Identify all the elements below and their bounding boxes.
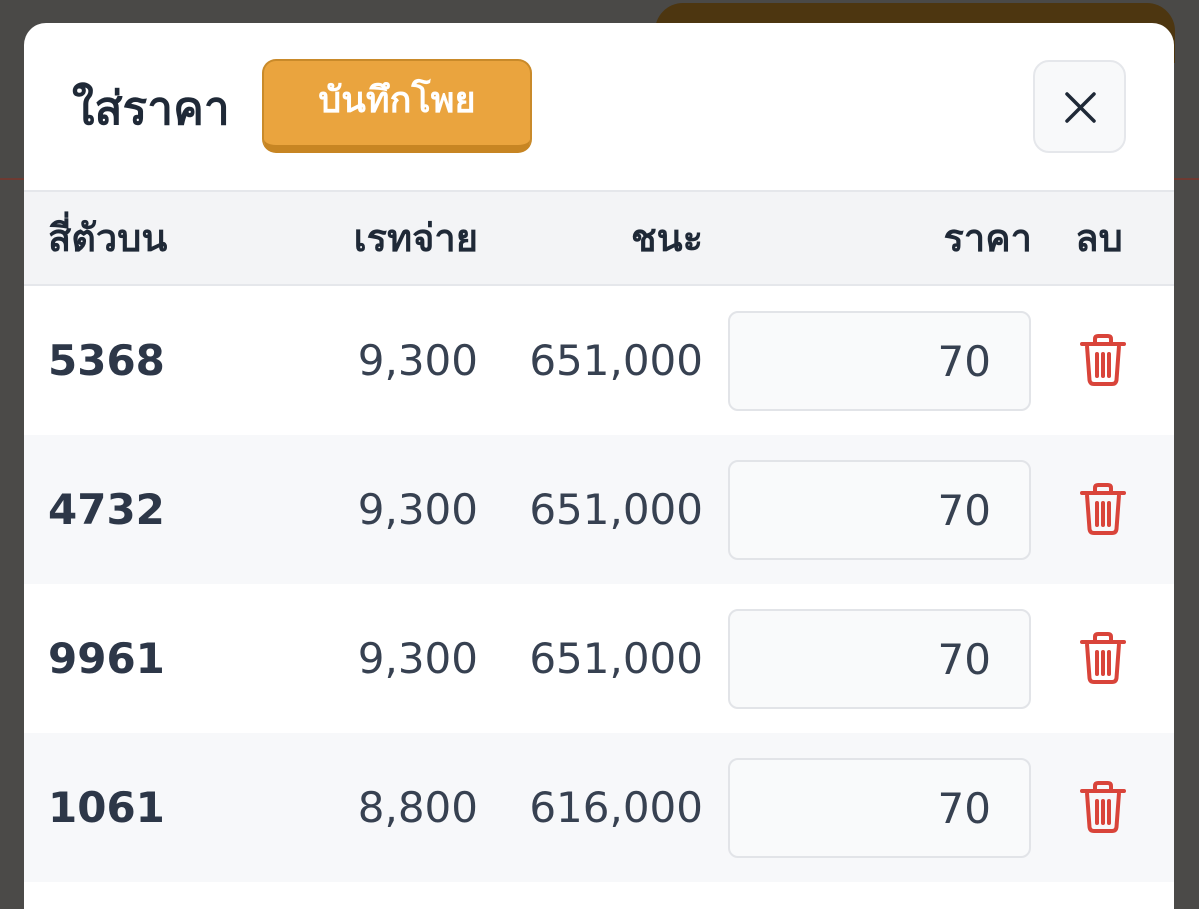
trash-icon[interactable] xyxy=(1078,632,1128,684)
close-button[interactable] xyxy=(1033,60,1126,153)
price-input[interactable] xyxy=(728,609,1031,709)
row-win: 651,000 xyxy=(529,634,703,683)
save-bet-button[interactable]: บันทึกโพย xyxy=(262,59,532,153)
price-input[interactable] xyxy=(728,311,1031,411)
trash-icon[interactable] xyxy=(1078,483,1128,535)
price-input[interactable] xyxy=(728,758,1031,858)
header-delete: ลบ xyxy=(1075,216,1123,260)
row-rate: 9,300 xyxy=(357,336,478,385)
price-modal: ใส่ราคา บันทึกโพย สี่ตัวบน เรทจ่าย ชนะ ร… xyxy=(24,23,1174,923)
row-win: 651,000 xyxy=(529,485,703,534)
row-win: 616,000 xyxy=(529,783,703,832)
row-rate: 9,300 xyxy=(357,634,478,683)
modal-title: ใส่ราคา xyxy=(72,81,230,135)
header-rate: เรทจ่าย xyxy=(353,216,478,260)
row-rate: 9,300 xyxy=(357,485,478,534)
modal-header: ใส่ราคา บันทึกโพย xyxy=(24,23,1174,190)
header-win: ชนะ xyxy=(630,216,703,260)
table-row: 5368 9,300 651,000 xyxy=(24,286,1174,435)
trash-icon[interactable] xyxy=(1078,334,1128,386)
header-price: ราคา xyxy=(943,216,1032,260)
close-icon xyxy=(1065,92,1096,123)
table-row: 9961 9,300 651,000 xyxy=(24,584,1174,733)
table-row: 1061 8,800 616,000 xyxy=(24,733,1174,882)
row-rate: 8,800 xyxy=(357,783,478,832)
table-header: สี่ตัวบน เรทจ่าย ชนะ ราคา ลบ xyxy=(24,190,1174,286)
row-win: 651,000 xyxy=(529,336,703,385)
trash-icon[interactable] xyxy=(1078,781,1128,833)
table-row: 4732 9,300 651,000 xyxy=(24,435,1174,584)
price-input[interactable] xyxy=(728,460,1031,560)
